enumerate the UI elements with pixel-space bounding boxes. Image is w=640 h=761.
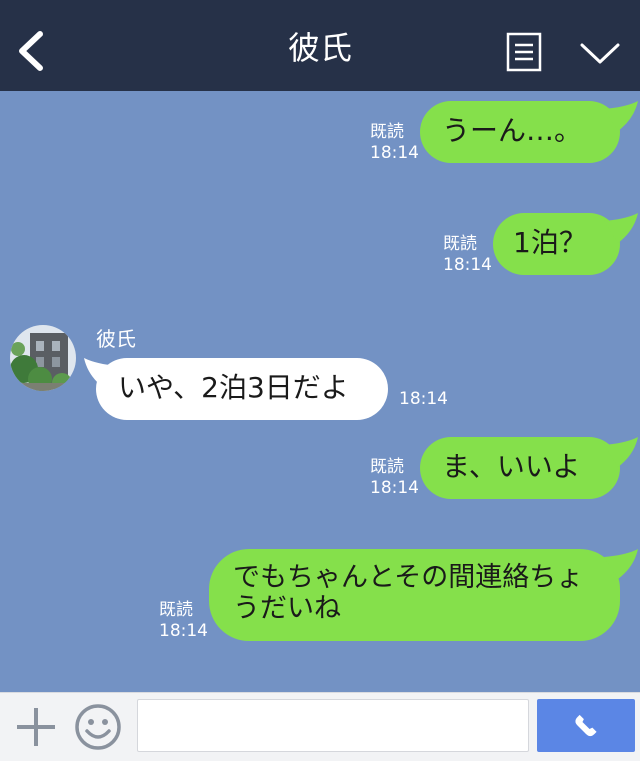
- plus-icon: [17, 708, 55, 746]
- bubble-tail: [604, 549, 638, 579]
- message-text: ま、いいよ: [442, 450, 581, 483]
- message-text: 1泊？: [513, 226, 587, 259]
- message-text: でもちゃんとその間連絡ちょうだいね: [233, 562, 584, 624]
- message-bubble-received[interactable]: いや、2泊3日だよ: [84, 358, 388, 420]
- contact-avatar[interactable]: [10, 325, 76, 391]
- call-button[interactable]: [537, 699, 635, 752]
- message-text: うーん…。: [442, 114, 583, 147]
- message-input-bar: [0, 692, 640, 761]
- message-time: 18:14: [370, 143, 419, 163]
- bubble-tail: [84, 358, 118, 388]
- add-button[interactable]: [14, 705, 58, 749]
- phone-icon: [575, 714, 597, 737]
- message-time: 18:14: [399, 389, 448, 409]
- read-receipt: 既読: [159, 600, 193, 620]
- expand-button[interactable]: [578, 38, 622, 68]
- message-meta: 既読 18:14: [443, 234, 492, 276]
- emoji-button[interactable]: [74, 703, 122, 751]
- message-meta: 既読 18:14: [370, 122, 419, 164]
- chevron-down-icon: [580, 43, 620, 64]
- read-receipt: 既読: [370, 457, 404, 477]
- note-icon: [506, 32, 542, 72]
- message-bubble-sent[interactable]: ま、いいよ: [420, 437, 638, 499]
- notes-button[interactable]: [506, 32, 542, 72]
- message-meta: 既読 18:14: [370, 457, 419, 499]
- message-time: 18:14: [370, 478, 419, 498]
- read-receipt: 既読: [443, 234, 477, 254]
- read-receipt: 既読: [370, 122, 404, 142]
- sender-name: 彼氏: [96, 327, 136, 351]
- message-text: いや、2泊3日だよ: [118, 371, 349, 404]
- message-time: 18:14: [443, 255, 492, 275]
- message-bubble-sent[interactable]: うーん…。: [420, 101, 638, 163]
- chat-area[interactable]: 既読 18:14 うーん…。 既読 18:14 1泊？ 彼氏 いや、2泊3日だよ…: [0, 91, 640, 692]
- message-meta: 既読 18:14: [159, 600, 208, 642]
- chat-header: 彼氏: [0, 0, 640, 91]
- chat-title: 彼氏: [287, 29, 352, 67]
- avatar-photo-icon: [10, 325, 76, 391]
- message-input[interactable]: [137, 699, 529, 752]
- smiley-icon: [75, 704, 121, 750]
- message-bubble-sent[interactable]: でもちゃんとその間連絡ちょうだいね: [209, 549, 638, 641]
- message-time: 18:14: [159, 621, 208, 641]
- message-bubble-sent[interactable]: 1泊？: [493, 213, 638, 275]
